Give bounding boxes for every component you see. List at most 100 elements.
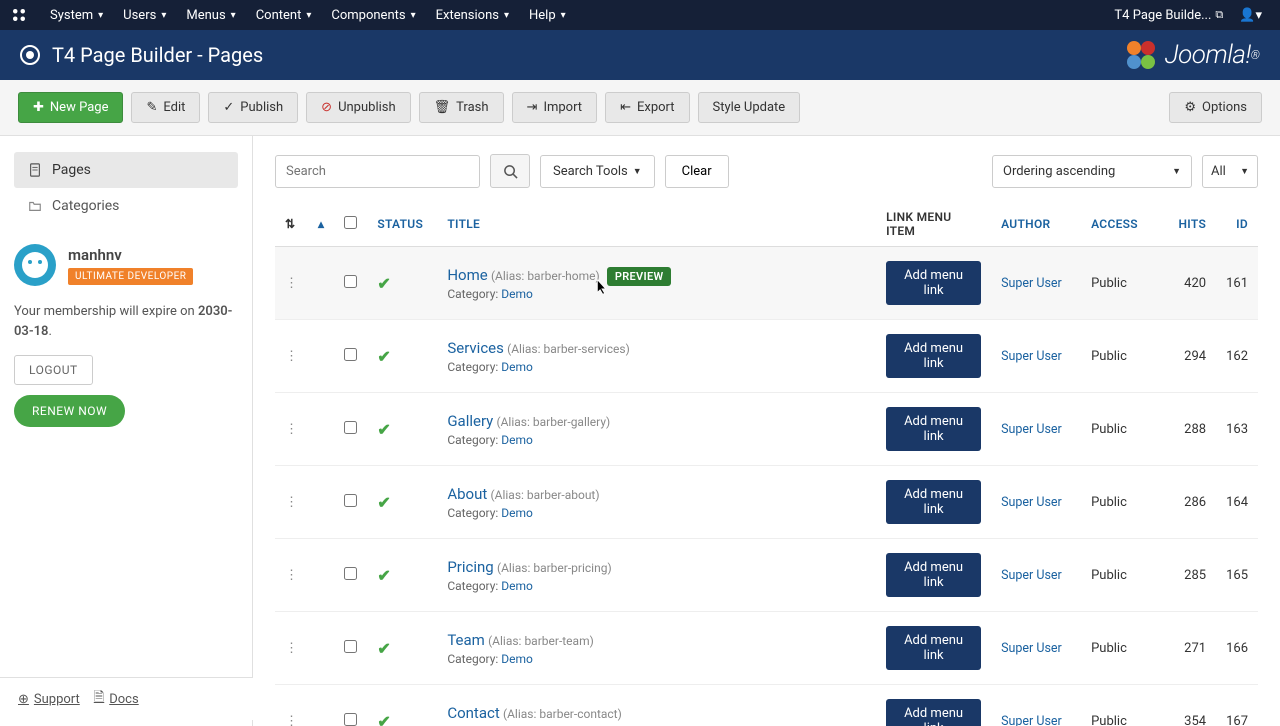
drag-handle[interactable]: ⋮ (275, 247, 308, 320)
page-title-link[interactable]: Gallery (447, 412, 493, 430)
logout-button[interactable]: LOGOUT (14, 355, 93, 385)
sort-handle-icon[interactable]: ⇅ (285, 217, 295, 231)
menu-menus[interactable]: Menus▾ (176, 0, 245, 30)
status-published-icon[interactable]: ✔ (377, 420, 390, 439)
page-title-link[interactable]: Home (447, 266, 487, 284)
row-checkbox[interactable] (344, 275, 357, 288)
add-menu-link-button[interactable]: Add menu link (886, 480, 981, 524)
sidebar-item-pages[interactable]: Pages (14, 152, 238, 188)
author-link[interactable]: Super User (1001, 568, 1062, 583)
renew-button[interactable]: RENEW NOW (14, 395, 125, 427)
search-button[interactable] (490, 154, 530, 188)
sidebar-footer: ⊕Support 🗎Docs (0, 677, 253, 720)
col-hits[interactable]: HITS (1166, 202, 1216, 247)
menu-components[interactable]: Components▾ (321, 0, 425, 30)
add-menu-link-button[interactable]: Add menu link (886, 553, 981, 597)
category-link[interactable]: Demo (501, 433, 533, 447)
col-author[interactable]: AUTHOR (991, 202, 1081, 247)
menu-extensions[interactable]: Extensions▾ (426, 0, 519, 30)
add-menu-link-button[interactable]: Add menu link (886, 261, 981, 305)
category-link[interactable]: Demo (501, 506, 533, 520)
status-published-icon[interactable]: ✔ (377, 566, 390, 585)
preview-badge[interactable]: PREVIEW (607, 267, 672, 286)
menu-help[interactable]: Help▾ (519, 0, 576, 30)
page-title-link[interactable]: Contact (447, 704, 499, 722)
export-button[interactable]: ⇤ Export (605, 92, 689, 123)
row-checkbox[interactable] (344, 348, 357, 361)
row-checkbox[interactable] (344, 713, 357, 726)
category-link[interactable]: Demo (501, 360, 533, 374)
add-menu-link-button[interactable]: Add menu link (886, 626, 981, 670)
plus-icon: ✚ (33, 100, 44, 115)
category-link[interactable]: Demo (501, 579, 533, 593)
content-area: Search Tools▼ Clear Ordering ascending▼ … (253, 136, 1280, 726)
user-menu[interactable]: 👤 ▾ (1231, 8, 1270, 23)
add-menu-link-button[interactable]: Add menu link (886, 699, 981, 726)
menu-content[interactable]: Content▾ (246, 0, 322, 30)
col-status[interactable]: STATUS (367, 202, 437, 247)
sidebar-pages-label: Pages (52, 162, 91, 178)
select-all-checkbox[interactable] (344, 216, 357, 229)
page-title-link[interactable]: Team (447, 631, 485, 649)
author-link[interactable]: Super User (1001, 422, 1062, 437)
row-checkbox[interactable] (344, 494, 357, 507)
unpublish-button[interactable]: ⊘ Unpublish (306, 92, 410, 123)
sort-arrow-icon[interactable]: ▴ (318, 217, 324, 231)
drag-handle[interactable]: ⋮ (275, 612, 308, 685)
col-link-menu: LINK MENU ITEM (876, 202, 991, 247)
page-title-link[interactable]: Services (447, 339, 504, 357)
doc-icon: 🗎 (94, 688, 104, 710)
drag-handle[interactable]: ⋮ (275, 539, 308, 612)
drag-handle[interactable]: ⋮ (275, 393, 308, 466)
options-label: Options (1202, 100, 1247, 115)
edit-button[interactable]: ✎ Edit (131, 92, 200, 123)
search-input[interactable] (275, 155, 480, 188)
search-tools-button[interactable]: Search Tools▼ (540, 155, 655, 188)
new-page-button[interactable]: ✚ New Page (18, 92, 123, 123)
caret-down-icon: ▾ (504, 10, 509, 21)
row-checkbox[interactable] (344, 640, 357, 653)
category-link[interactable]: Demo (501, 287, 533, 301)
page-title-link[interactable]: Pricing (447, 558, 493, 576)
status-published-icon[interactable]: ✔ (377, 493, 390, 512)
trash-button[interactable]: 🗑 Trash (419, 92, 504, 123)
ordering-select[interactable]: Ordering ascending▼ (992, 155, 1192, 188)
options-button[interactable]: ⚙ Options (1169, 92, 1262, 123)
add-menu-link-button[interactable]: Add menu link (886, 334, 981, 378)
drag-handle[interactable]: ⋮ (275, 320, 308, 393)
category-link[interactable]: Demo (501, 652, 533, 666)
limit-select[interactable]: All▼ (1202, 155, 1258, 188)
docs-link[interactable]: 🗎Docs (94, 688, 139, 710)
support-link[interactable]: ⊕Support (18, 688, 80, 710)
clear-button[interactable]: Clear (665, 155, 729, 188)
status-published-icon[interactable]: ✔ (377, 712, 390, 726)
status-published-icon[interactable]: ✔ (377, 274, 390, 293)
user-box: manhnv ULTIMATE DEVELOPER Your membershi… (14, 244, 238, 427)
author-link[interactable]: Super User (1001, 349, 1062, 364)
style-update-button[interactable]: Style Update (698, 92, 801, 123)
col-access[interactable]: ACCESS (1081, 202, 1166, 247)
col-title[interactable]: TITLE (437, 202, 876, 247)
author-link[interactable]: Super User (1001, 276, 1062, 291)
edit-label: Edit (163, 100, 185, 115)
col-id[interactable]: ID (1216, 202, 1258, 247)
publish-button[interactable]: ✓ Publish (208, 92, 298, 123)
status-published-icon[interactable]: ✔ (377, 347, 390, 366)
drag-handle[interactable]: ⋮ (275, 466, 308, 539)
caret-down-icon: ▾ (98, 10, 103, 21)
add-menu-link-button[interactable]: Add menu link (886, 407, 981, 451)
new-page-label: New Page (50, 100, 109, 115)
page-title-link[interactable]: About (447, 485, 487, 503)
status-published-icon[interactable]: ✔ (377, 639, 390, 658)
id-text: 162 (1216, 320, 1258, 393)
author-link[interactable]: Super User (1001, 641, 1062, 656)
import-button[interactable]: ⇥ Import (512, 92, 598, 123)
sidebar-item-categories[interactable]: Categories (14, 188, 238, 224)
author-link[interactable]: Super User (1001, 495, 1062, 510)
row-checkbox[interactable] (344, 421, 357, 434)
menu-users[interactable]: Users▾ (113, 0, 176, 30)
menu-system[interactable]: System▾ (40, 0, 113, 30)
alias-text: (Alias: barber-home) (491, 269, 600, 283)
row-checkbox[interactable] (344, 567, 357, 580)
page-builder-link[interactable]: T4 Page Builde... ⧉ (1106, 8, 1231, 23)
